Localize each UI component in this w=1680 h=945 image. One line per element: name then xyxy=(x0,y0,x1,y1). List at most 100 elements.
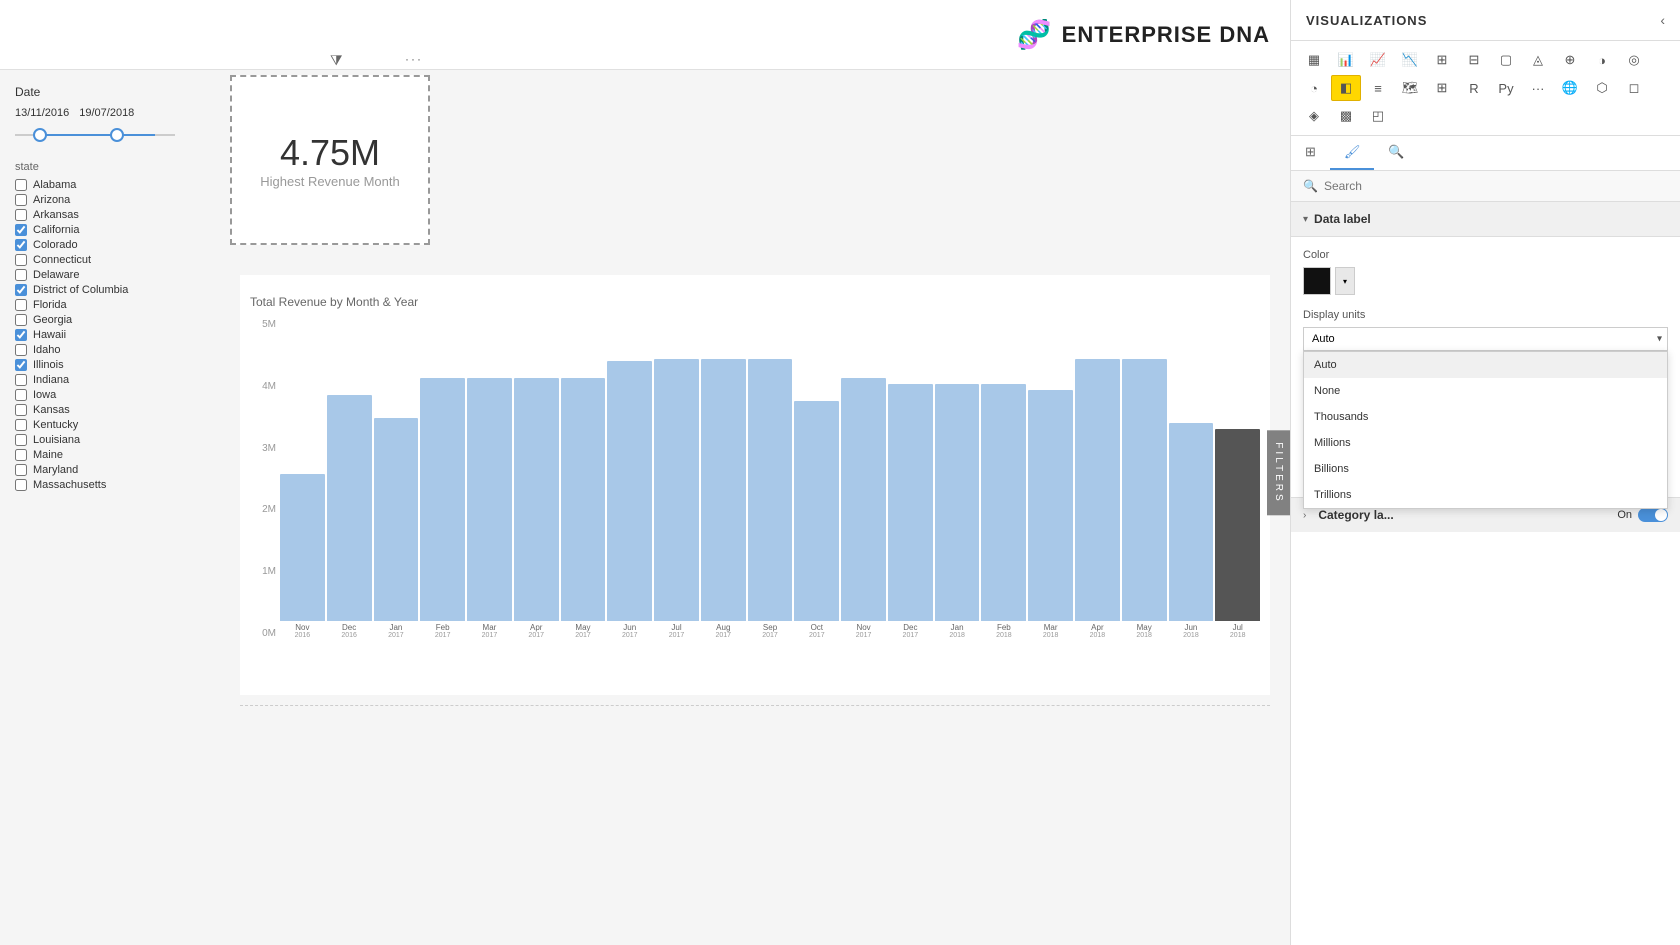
bar-Nov-2017[interactable] xyxy=(841,378,886,621)
color-dropdown-btn[interactable]: ▾ xyxy=(1335,267,1355,295)
state-checkbox-kentucky[interactable] xyxy=(15,419,27,431)
state-checkbox-kansas[interactable] xyxy=(15,404,27,416)
bar-Dec-2016[interactable] xyxy=(327,395,372,621)
bar-Nov-2016[interactable] xyxy=(280,474,325,621)
state-checkbox-georgia[interactable] xyxy=(15,314,27,326)
tab-format[interactable]: 🖌 xyxy=(1330,136,1375,170)
viz-icon-treemap[interactable]: ⊞ xyxy=(1427,75,1457,101)
viz-icon-pie[interactable]: ◑ xyxy=(1587,47,1617,73)
data-label-section-header[interactable]: ▾ Data label xyxy=(1291,202,1680,237)
bar-Apr-2017[interactable] xyxy=(514,378,559,621)
dropdown-item-auto[interactable]: Auto xyxy=(1304,352,1667,378)
viz-icon-active[interactable]: ◧ xyxy=(1331,75,1361,101)
state-item: Colorado xyxy=(15,239,205,251)
bar-group: Jul2018 xyxy=(1215,359,1260,639)
viz-icon-matrix[interactable]: ⊟ xyxy=(1459,47,1489,73)
viz-icon-gauge[interactable]: ◔ xyxy=(1299,75,1329,101)
bar-Feb-2018[interactable] xyxy=(981,384,1026,621)
viz-icon-custom4[interactable]: ▩ xyxy=(1331,103,1361,129)
viz-icon-map[interactable]: 🗺 xyxy=(1395,75,1425,101)
bar-Sep-2017[interactable] xyxy=(748,359,793,621)
section-arrow-data-label: ▾ xyxy=(1303,214,1308,225)
color-swatch[interactable] xyxy=(1303,267,1331,295)
bar-Jan-2017[interactable] xyxy=(374,418,419,621)
viz-icon-combo[interactable]: 📉 xyxy=(1395,47,1425,73)
state-checkbox-colorado[interactable] xyxy=(15,239,27,251)
dropdown-item-millions[interactable]: Millions xyxy=(1304,430,1667,456)
viz-icon-stacked-bar[interactable]: ▦ xyxy=(1299,47,1329,73)
bar-May-2017[interactable] xyxy=(561,378,606,621)
viz-icon-custom1[interactable]: ⬡ xyxy=(1587,75,1617,101)
slider-thumb-right[interactable] xyxy=(110,128,124,142)
more-icon[interactable]: ··· xyxy=(405,52,423,66)
state-checkbox-florida[interactable] xyxy=(15,299,27,311)
date-slider[interactable] xyxy=(15,125,205,145)
tab-analytics[interactable]: 🔍 xyxy=(1374,136,1418,170)
bar-Jul-2018[interactable] xyxy=(1215,429,1260,621)
bar-Jul-2017[interactable] xyxy=(654,359,699,621)
bar-Aug-2017[interactable] xyxy=(701,359,746,621)
state-checkbox-arizona[interactable] xyxy=(15,194,27,206)
viz-icon-more[interactable]: ··· xyxy=(1523,75,1553,101)
state-name: Massachusetts xyxy=(33,479,106,491)
bar-Feb-2017[interactable] xyxy=(420,378,465,621)
bar-Jun-2017[interactable] xyxy=(607,361,652,621)
viz-icon-custom5[interactable]: ◰ xyxy=(1363,103,1393,129)
slider-thumb-left[interactable] xyxy=(33,128,47,142)
bar-Oct-2017[interactable] xyxy=(794,401,839,621)
viz-icon-table[interactable]: ⊞ xyxy=(1427,47,1457,73)
data-label-content: Color ▾ Display units Auto None Thousand… xyxy=(1291,237,1680,497)
viz-icon-funnel[interactable]: ◬ xyxy=(1523,47,1553,73)
collapse-button[interactable]: ‹ xyxy=(1660,12,1665,28)
search-input[interactable] xyxy=(1324,179,1668,193)
state-checkbox-idaho[interactable] xyxy=(15,344,27,356)
bar-Mar-2017[interactable] xyxy=(467,378,512,621)
state-checkbox-connecticut[interactable] xyxy=(15,254,27,266)
state-checkbox-district-of-columbia[interactable] xyxy=(15,284,27,296)
viz-icon-scatter[interactable]: ⊕ xyxy=(1555,47,1585,73)
bar-Jun-2018[interactable] xyxy=(1169,423,1214,621)
filters-tab[interactable]: FILTERS xyxy=(1267,430,1290,515)
viz-icon-globe[interactable]: 🌐 xyxy=(1555,75,1585,101)
viz-icon-py[interactable]: Py xyxy=(1491,75,1521,101)
viz-icon-card[interactable]: ▢ xyxy=(1491,47,1521,73)
bar-year-label: 2018 xyxy=(1043,632,1059,639)
bar-month-label: Jan xyxy=(951,623,964,632)
viz-icon-custom3[interactable]: ◈ xyxy=(1299,103,1329,129)
state-checkbox-louisiana[interactable] xyxy=(15,434,27,446)
bar-Dec-2017[interactable] xyxy=(888,384,933,621)
state-checkbox-iowa[interactable] xyxy=(15,389,27,401)
state-checkbox-delaware[interactable] xyxy=(15,269,27,281)
dropdown-item-none[interactable]: None xyxy=(1304,378,1667,404)
bar-month-label: May xyxy=(1137,623,1152,632)
category-right: On xyxy=(1617,508,1668,522)
viz-icon-donut[interactable]: ◎ xyxy=(1619,47,1649,73)
viz-icon-r[interactable]: R xyxy=(1459,75,1489,101)
state-checkbox-alabama[interactable] xyxy=(15,179,27,191)
category-toggle[interactable] xyxy=(1638,508,1668,522)
display-units-select[interactable]: Auto None Thousands Millions Billions Tr… xyxy=(1303,327,1668,351)
bar-year-label: 2017 xyxy=(809,632,825,639)
state-checkbox-illinois[interactable] xyxy=(15,359,27,371)
state-checkbox-maryland[interactable] xyxy=(15,464,27,476)
state-checkbox-california[interactable] xyxy=(15,224,27,236)
bar-Jan-2018[interactable] xyxy=(935,384,980,621)
state-checkbox-maine[interactable] xyxy=(15,449,27,461)
dropdown-item-thousands[interactable]: Thousands xyxy=(1304,404,1667,430)
chart-title: Total Revenue by Month & Year xyxy=(250,295,1260,309)
state-checkbox-hawaii[interactable] xyxy=(15,329,27,341)
viz-icon-waterfall[interactable]: ≡ xyxy=(1363,75,1393,101)
state-checkbox-arkansas[interactable] xyxy=(15,209,27,221)
bar-May-2018[interactable] xyxy=(1122,359,1167,621)
bar-Mar-2018[interactable] xyxy=(1028,390,1073,621)
dropdown-item-trillions[interactable]: Trillions xyxy=(1304,482,1667,508)
tab-fields[interactable]: ⊞ xyxy=(1291,136,1330,170)
viz-icon-bar[interactable]: 📊 xyxy=(1331,47,1361,73)
viz-icon-line[interactable]: 📈 xyxy=(1363,47,1393,73)
display-units-prop: Display units Auto None Thousands Millio… xyxy=(1303,309,1668,351)
dropdown-item-billions[interactable]: Billions xyxy=(1304,456,1667,482)
state-checkbox-massachusetts[interactable] xyxy=(15,479,27,491)
state-checkbox-indiana[interactable] xyxy=(15,374,27,386)
viz-icon-custom2[interactable]: ◻ xyxy=(1619,75,1649,101)
bar-Apr-2018[interactable] xyxy=(1075,359,1120,621)
